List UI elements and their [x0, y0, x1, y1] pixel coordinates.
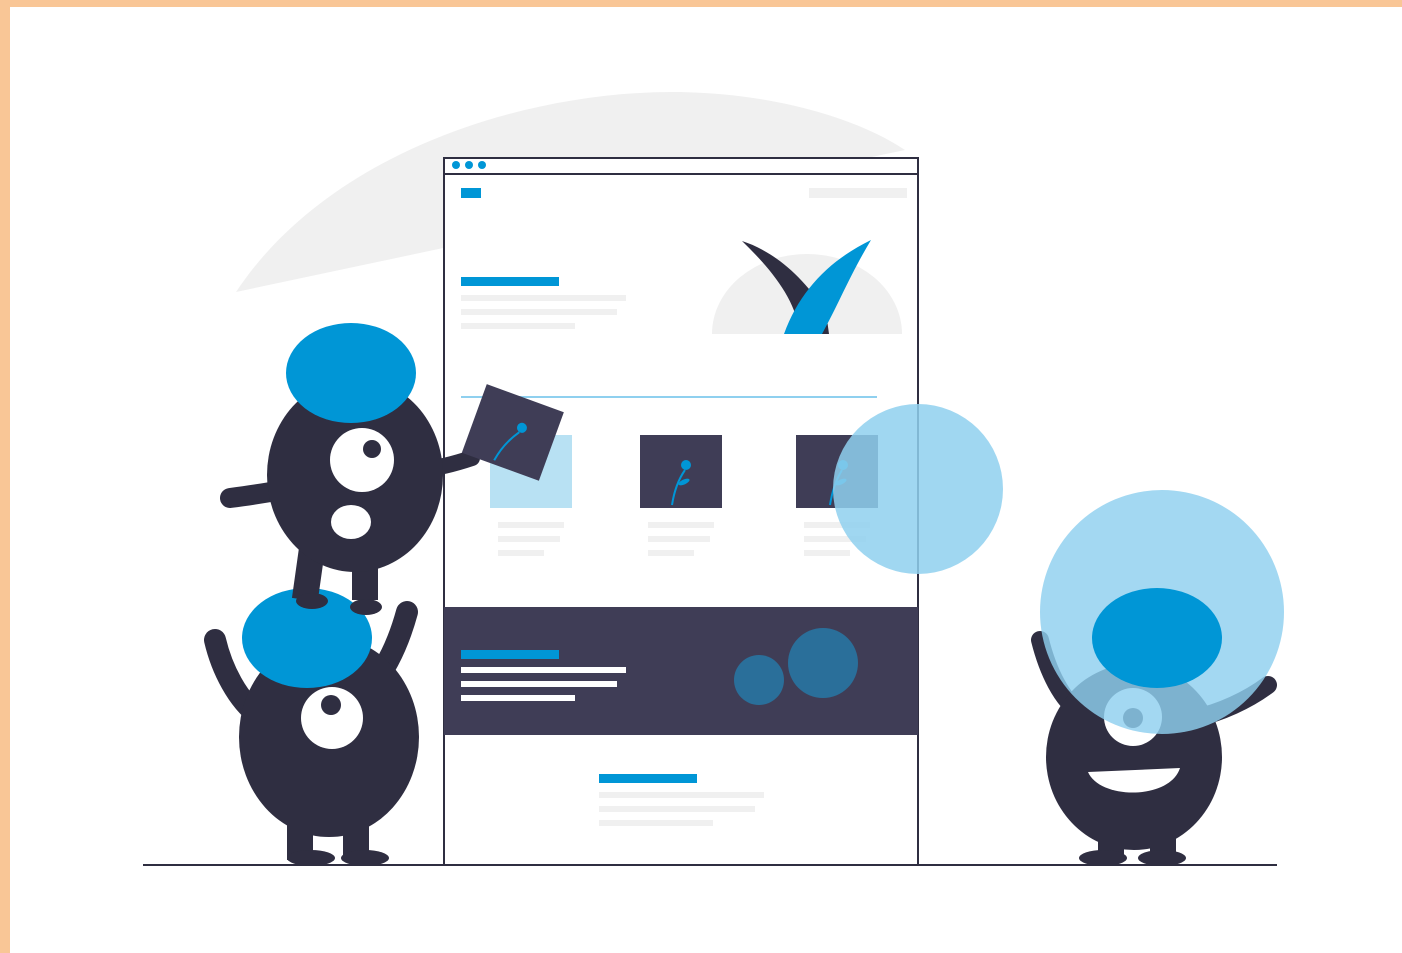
monster-right [1031, 490, 1284, 866]
window-dot [478, 161, 486, 169]
window-dot [452, 161, 460, 169]
card-image [640, 435, 722, 508]
monster-bottom-left [204, 588, 419, 866]
logo-placeholder [461, 188, 481, 198]
hero-heading [461, 277, 559, 286]
decorative-circle [833, 404, 1003, 574]
nav-placeholder [809, 188, 907, 198]
website-illustration [143, 91, 1284, 866]
monster-top-left [220, 323, 480, 615]
window-dot [465, 161, 473, 169]
